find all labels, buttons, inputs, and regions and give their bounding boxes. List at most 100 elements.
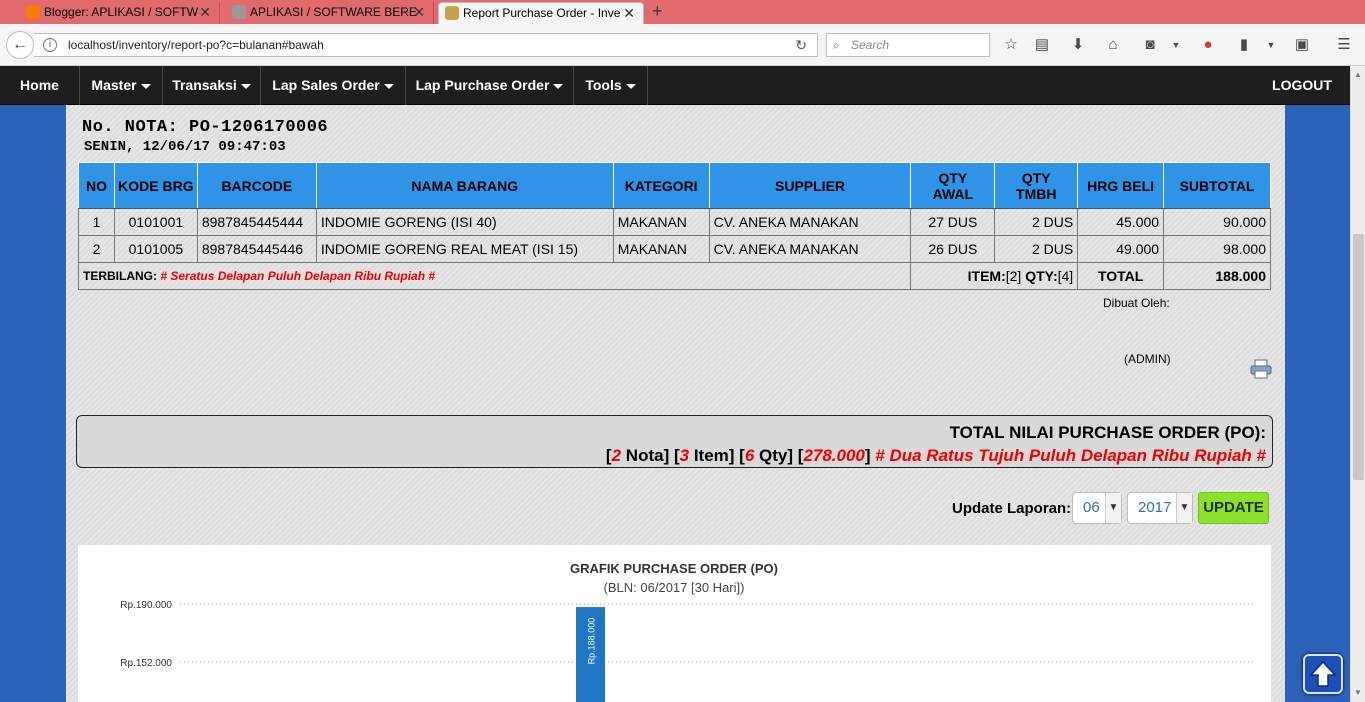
reload-icon[interactable]: ↻ xyxy=(795,34,807,56)
app-icon xyxy=(445,6,459,20)
qty-label: QTY: xyxy=(1025,268,1058,284)
close-tab-icon[interactable]: ✕ xyxy=(199,2,211,22)
logout-button[interactable]: LOGOUT xyxy=(1260,66,1344,105)
chart-title: GRAFIK PURCHASE ORDER (PO) xyxy=(570,561,778,576)
home-icon[interactable]: ⌂ xyxy=(1103,35,1123,55)
nota-date: SENIN, 12/06/17 09:47:03 xyxy=(84,139,286,155)
qty-count: 6 xyxy=(744,446,755,465)
nota-number: No. NOTA: PO-1206170006 xyxy=(82,118,329,137)
back-icon[interactable]: ← xyxy=(6,31,34,59)
scroll-up-icon[interactable]: ▲ xyxy=(1354,70,1362,79)
caret-down-icon xyxy=(240,83,251,89)
search-icon: ⌕ xyxy=(833,38,840,52)
cell-subtotal: 90.000 xyxy=(1163,208,1271,236)
chart-svg: GRAFIK PURCHASE ORDER (PO) (BLN: 06/2017… xyxy=(120,561,1253,702)
terbilang-value: # Seratus Delapan Puluh Delapan Ribu Rup… xyxy=(160,269,436,283)
chevron-down-icon: ▼ xyxy=(1105,493,1121,523)
scroll-down-icon[interactable]: ▼ xyxy=(1354,688,1362,697)
caret-down-icon xyxy=(140,83,151,89)
terbilang-cell: TERBILANG: # Seratus Delapan Puluh Delap… xyxy=(77,262,912,290)
menu-master[interactable]: Master xyxy=(80,66,163,105)
col-header-nama: NAMA BARANG xyxy=(315,162,614,209)
item-count: 3 xyxy=(679,446,690,465)
caret-down-icon xyxy=(625,83,636,89)
vertical-scrollbar[interactable]: ▲ ▼ xyxy=(1350,66,1365,702)
cell-nama: INDOMIE GORENG (ISI 40) xyxy=(315,208,614,236)
cell-kategori: MAKANAN xyxy=(612,235,710,263)
summary-terbilang: # Dua Ratus Tujuh Puluh Delapan Ribu Rup… xyxy=(875,446,1266,465)
update-button[interactable]: UPDATE xyxy=(1198,492,1269,524)
browser-nav-bar: ← i localhost/inventory/report-po?c=bula… xyxy=(0,24,1365,66)
summary-title: TOTAL NILAI PURCHASE ORDER (PO): xyxy=(949,423,1266,442)
info-icon[interactable]: i xyxy=(43,38,57,52)
menu-transaksi[interactable]: Transaksi xyxy=(163,66,261,105)
close-tab-icon[interactable]: ✕ xyxy=(413,2,425,22)
table-footer-row: TERBILANG: # Seratus Delapan Puluh Delap… xyxy=(77,262,1271,290)
extension-icon[interactable]: ● xyxy=(1198,35,1218,55)
purchase-order-chart: GRAFIK PURCHASE ORDER (PO) (BLN: 06/2017… xyxy=(78,545,1271,702)
cell-hrg-beli: 49.000 xyxy=(1077,235,1165,263)
download-icon[interactable]: ⬇ xyxy=(1068,35,1088,55)
table-header-row: NO KODE BRG BARCODE NAMA BARANG KATEGORI… xyxy=(78,162,1271,209)
nota-count: 2 xyxy=(611,446,622,465)
year-select[interactable]: 2017 ▼ xyxy=(1127,492,1193,524)
total-po-summary: TOTAL NILAI PURCHASE ORDER (PO): [2 Nota… xyxy=(76,415,1273,468)
close-tab-icon[interactable]: ✕ xyxy=(623,3,635,23)
browser-tab-blogger[interactable]: Blogger: APLIKASI / SOFTW ✕ xyxy=(20,2,220,24)
search-input[interactable]: ⌕ Search xyxy=(826,33,990,57)
y-tick-label: Rp.152.000 xyxy=(120,658,172,669)
month-select[interactable]: 06 ▼ xyxy=(1072,492,1122,524)
qty-value: [4] xyxy=(1057,268,1074,284)
page-icon xyxy=(232,5,246,19)
chevron-down-icon[interactable]: ▼ xyxy=(1166,35,1186,55)
summary-total: 278.000 xyxy=(803,446,865,465)
scrollbar-thumb[interactable] xyxy=(1353,234,1364,480)
addon-icon[interactable]: ▣ xyxy=(1292,35,1312,55)
update-laporan-label: Update Laporan: xyxy=(952,500,1072,517)
clipboard-icon[interactable]: ▮ xyxy=(1234,35,1254,55)
address-bar[interactable]: i localhost/inventory/report-po?c=bulana… xyxy=(34,33,818,57)
menu-lap-purchase-order[interactable]: Lap Purchase Order xyxy=(406,66,574,105)
cell-kategori: MAKANAN xyxy=(612,208,710,236)
col-header-subtotal: SUBTOTAL xyxy=(1163,162,1271,209)
printer-icon[interactable] xyxy=(1250,359,1272,379)
browser-tab-bar: Blogger: APLIKASI / SOFTW ✕ APLIKASI / S… xyxy=(0,0,1365,24)
chart-subtitle: (BLN: 06/2017 [30 Hari]) xyxy=(604,580,745,595)
total-label: TOTAL xyxy=(1077,262,1165,290)
reading-list-icon[interactable]: ▤ xyxy=(1032,35,1052,55)
col-header-barcode: BARCODE xyxy=(196,162,317,209)
menu-home[interactable]: Home xyxy=(0,66,80,105)
cell-barcode: 8987845445444 xyxy=(196,208,317,236)
table-row: 1 0101001 8987845445444 INDOMIE GORENG (… xyxy=(78,208,1271,236)
chevron-down-icon[interactable]: ▼ xyxy=(1261,35,1281,55)
arrow-up-icon xyxy=(1309,660,1337,687)
col-header-supplier: SUPPLIER xyxy=(708,162,912,209)
col-header-kode: KODE BRG xyxy=(113,162,198,209)
cell-kode: 0101001 xyxy=(113,208,198,236)
dibuat-oleh-label: Dibuat Oleh: xyxy=(1103,296,1170,310)
bookmark-star-icon[interactable]: ☆ xyxy=(1001,35,1021,55)
screenshot-icon[interactable]: ◙ xyxy=(1140,35,1160,55)
item-qty-cell: ITEM:[2] QTY:[4] xyxy=(910,262,1079,290)
chevron-down-icon: ▼ xyxy=(1176,493,1192,523)
bar-value-label: Rp.188.000 xyxy=(587,618,597,665)
item-label: ITEM: xyxy=(967,268,1006,284)
caret-down-icon xyxy=(383,83,394,89)
cell-supplier: CV. ANEKA MANAKAN xyxy=(708,208,912,236)
hamburger-menu-icon[interactable]: ☰ xyxy=(1334,35,1354,55)
caret-down-icon xyxy=(553,83,564,89)
cell-kode: 0101005 xyxy=(113,235,198,263)
cell-qty-awal: 27 DUS xyxy=(910,208,996,236)
menu-tools[interactable]: Tools xyxy=(574,66,648,105)
new-tab-icon[interactable]: + xyxy=(652,0,663,22)
cell-hrg-beli: 45.000 xyxy=(1077,208,1165,236)
table-row: 2 0101005 8987845445446 INDOMIE GORENG R… xyxy=(78,235,1271,263)
browser-tab-aplikasi[interactable]: APLIKASI / SOFTWARE BERE ✕ xyxy=(226,2,434,24)
menu-lap-sales-order[interactable]: Lap Sales Order xyxy=(261,66,406,105)
scroll-to-top-button[interactable] xyxy=(1303,654,1343,694)
browser-tab-report[interactable]: Report Purchase Order - Inve ✕ xyxy=(438,2,644,24)
col-header-qty-awal: QTY AWAL xyxy=(910,162,996,209)
cell-subtotal: 98.000 xyxy=(1163,235,1271,263)
admin-signature: (ADMIN) xyxy=(1124,352,1171,366)
purchase-order-table: NO KODE BRG BARCODE NAMA BARANG KATEGORI… xyxy=(77,162,1271,290)
